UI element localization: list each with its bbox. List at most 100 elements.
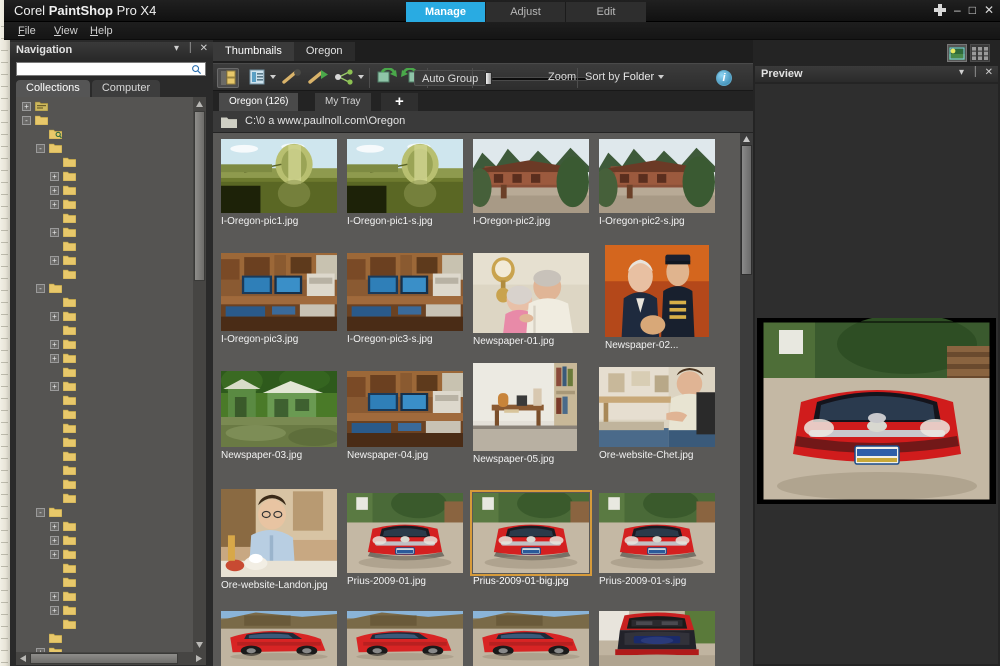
share-icon[interactable] <box>333 68 355 88</box>
tree-item-a-eclipse-trip[interactable]: + <box>16 519 192 533</box>
thumbnail-image[interactable] <box>473 611 589 666</box>
tree-item-music[interactable] <box>16 435 192 449</box>
tree-item-pseudo[interactable] <box>16 155 192 169</box>
add-tab-button[interactable]: + <box>381 93 418 111</box>
panel-tab-oregon[interactable]: Oregon <box>293 42 355 61</box>
thumbnail-item[interactable]: Newspaper-04.jpg <box>347 371 463 463</box>
thumbnail-image[interactable] <box>473 139 589 213</box>
tree-item-copyright[interactable] <box>16 211 192 225</box>
tree-item-english[interactable]: + <box>16 379 192 393</box>
tree-expander-icon[interactable]: + <box>50 256 59 265</box>
thumbnail-item[interactable]: I-Oregon-pic3-s.jpg <box>347 253 463 347</box>
thumbnail-item[interactable] <box>473 611 589 666</box>
tree-item-downloads[interactable] <box>16 631 192 645</box>
thumbnail-image[interactable] <box>221 139 337 213</box>
thumbnail-image[interactable] <box>347 371 463 447</box>
quick-fix-apply-icon[interactable] <box>307 68 329 88</box>
thumbnail-image[interactable] <box>221 611 337 666</box>
tree-item-cards[interactable] <box>16 323 192 337</box>
scroll-left-arrow-icon[interactable] <box>18 652 28 665</box>
tree-item-list-of-adverbs[interactable] <box>16 421 192 435</box>
tree-expander-icon[interactable]: - <box>36 144 45 153</box>
menu-item-help[interactable]: Help <box>86 24 117 38</box>
thumbnail-item[interactable] <box>347 611 463 666</box>
tree-item-my-documents[interactable]: + <box>16 645 192 652</box>
tree-item-china[interactable]: + <box>16 533 192 547</box>
tree-item-webcam[interactable] <box>16 617 192 631</box>
tree-expander-icon[interactable]: + <box>50 522 59 531</box>
tree-expander-icon[interactable]: - <box>22 116 31 125</box>
tree-expander-icon[interactable]: + <box>50 186 59 195</box>
thumbnail-image[interactable] <box>599 611 715 666</box>
thumbnail-item[interactable]: Newspaper-05.jpg <box>473 363 577 467</box>
thumbnail-image[interactable] <box>599 493 715 573</box>
folder-tree-vertical-scrollbar[interactable] <box>193 97 206 652</box>
thumbnail-image[interactable] <box>599 367 715 447</box>
tree-item-smart-collections[interactable]: + <box>16 99 192 113</box>
mode-tab-edit[interactable]: Edit <box>566 2 646 22</box>
view-list-chevron-down-icon[interactable] <box>270 75 276 79</box>
scroll-down-arrow-icon[interactable] <box>193 640 206 650</box>
tree-item-adverbs-documents-docx[interactable] <box>16 295 192 309</box>
thumbnail-item[interactable]: I-Oregon-pic2.jpg <box>473 139 589 229</box>
thumbnail-item[interactable]: Prius-2009-01-s.jpg <box>599 493 715 589</box>
tree-item-0-web-projects[interactable]: - <box>16 281 192 295</box>
tree-item-0-a-www-paulnoll-com[interactable]: - <box>16 141 192 155</box>
thumbnail-item[interactable]: Ore-website-Landon.jpg <box>221 489 337 593</box>
menu-item-view[interactable]: View <box>50 24 82 38</box>
auto-group-button[interactable]: Auto Group <box>414 70 487 86</box>
tree-expander-icon[interactable]: + <box>50 536 59 545</box>
preview-close-icon[interactable]: ✕ <box>985 67 993 78</box>
mode-tab-adjust[interactable]: Adjust <box>486 2 566 22</box>
tree-item-locations[interactable] <box>16 239 192 253</box>
share-chevron-down-icon[interactable] <box>358 75 364 79</box>
tree-item-deborah-janet-sanchez[interactable] <box>16 365 192 379</box>
thumbnail-item[interactable]: I-Oregon-pic3.jpg <box>221 253 337 347</box>
tree-expander-icon[interactable]: + <box>50 228 59 237</box>
tree-expander-icon[interactable]: + <box>50 340 59 349</box>
tree-expander-icon[interactable]: + <box>50 592 59 601</box>
grid-scroll-up-arrow-icon[interactable] <box>740 134 753 144</box>
tree-item-oregon[interactable]: + <box>16 589 192 603</box>
navigation-pin-icon[interactable]: ⏐ <box>187 43 193 54</box>
panel-tab-thumbnails[interactable]: Thumbnails <box>213 42 294 61</box>
tree-expander-icon[interactable]: + <box>50 354 59 363</box>
tree-item-cooking-directory[interactable]: + <box>16 351 192 365</box>
zoom-slider-handle[interactable] <box>485 72 492 85</box>
thumbnail-image[interactable] <box>347 493 463 573</box>
sort-by-chevron-down-icon[interactable] <box>658 75 664 79</box>
tree-expander-icon[interactable]: + <box>50 200 59 209</box>
maximize-button[interactable]: □ <box>969 3 976 17</box>
grid-view-icon[interactable] <box>970 44 990 62</box>
tree-item-lark-ellen[interactable] <box>16 407 192 421</box>
tree-expander-icon[interactable]: + <box>50 606 59 615</box>
tree-item-thanx-web-site[interactable] <box>16 477 192 491</box>
thumbnail-image[interactable] <box>473 253 589 333</box>
tree-item-00-website-storage[interactable]: - <box>16 505 192 519</box>
thumbnail-image[interactable] <box>599 139 715 213</box>
thumbnail-item[interactable] <box>599 611 715 666</box>
tree-item-browse-more-folders[interactable] <box>16 127 192 141</box>
thumbnail-item[interactable]: Prius-2009-01.jpg <box>347 493 463 589</box>
tree-item-provinces[interactable] <box>16 463 192 477</box>
preview-dropdown-icon[interactable]: ▾ <box>959 67 964 78</box>
tree-item-plants[interactable]: + <box>16 603 192 617</box>
tree-item-korea[interactable]: + <box>16 547 192 561</box>
thumbnail-item[interactable] <box>221 611 337 666</box>
tree-expander-icon[interactable]: - <box>36 284 45 293</box>
thumbnail-item[interactable]: I-Oregon-pic2-s.jpg <box>599 139 715 229</box>
thumbnail-item[interactable]: Newspaper-02... <box>605 245 709 353</box>
search-input[interactable] <box>19 63 185 75</box>
tree-item-opening-page[interactable] <box>16 575 192 589</box>
thumbnail-item[interactable]: Newspaper-03.jpg <box>221 371 337 463</box>
tree-item-webcam[interactable] <box>16 267 192 281</box>
thumbnail-image[interactable] <box>221 253 337 331</box>
tree-item-oregon[interactable]: + <box>16 253 192 267</box>
tree-expander-icon[interactable]: + <box>50 312 59 321</box>
menu-item-file[interactable]: File <box>14 24 40 38</box>
rotate-left-icon[interactable] <box>376 68 398 88</box>
tree-item-locations[interactable] <box>16 561 192 575</box>
collections-tab-computer[interactable]: Computer <box>91 80 161 97</box>
single-image-view-icon[interactable] <box>947 44 967 62</box>
thumbnail-image[interactable] <box>605 245 709 337</box>
